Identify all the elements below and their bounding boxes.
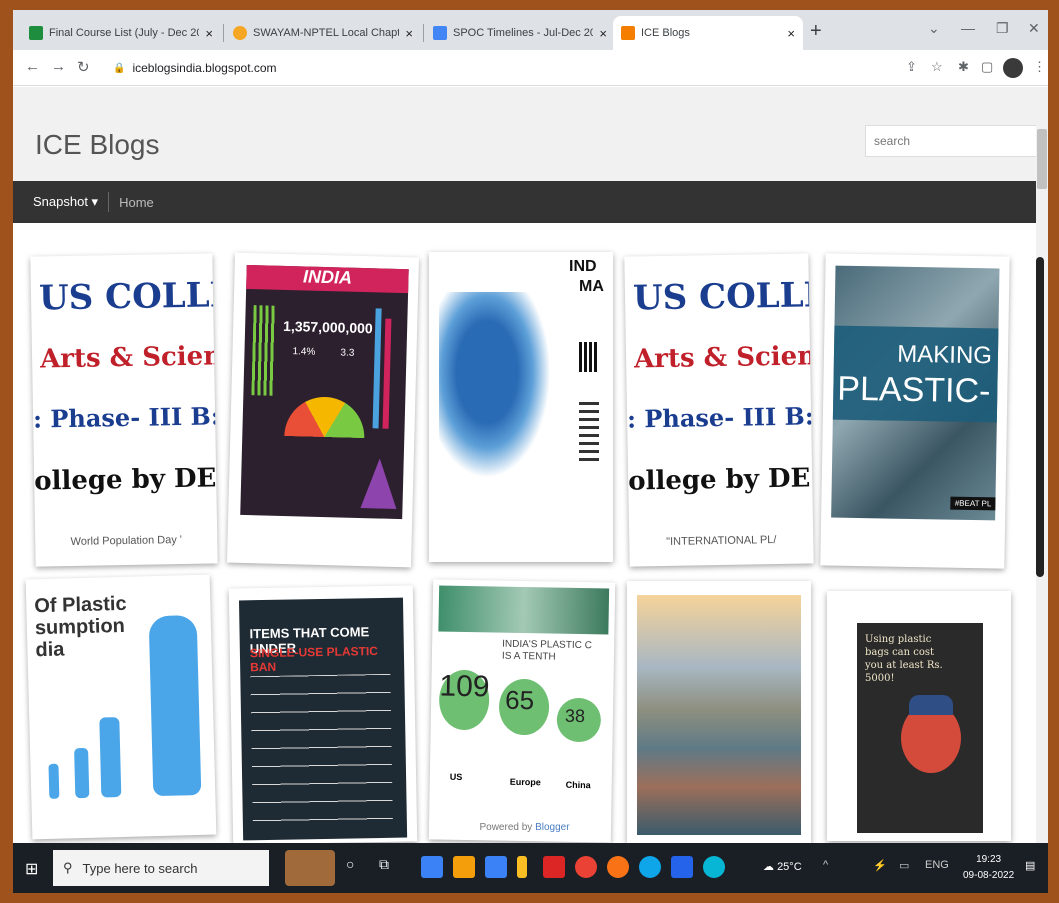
close-tab-icon[interactable]: × xyxy=(205,26,213,41)
page-scroll-thumb[interactable] xyxy=(1037,129,1047,189)
blog-page: ICE Blogs Snapshot ▾ Home US COLLE( Arts… xyxy=(13,87,1048,843)
powered-by: Powered by Blogger xyxy=(479,822,570,833)
share-icon[interactable]: ⇪ xyxy=(906,59,917,75)
screen: Final Course List (July - Dec 2022 × SWA… xyxy=(13,10,1048,893)
post-card[interactable]: INDIA'S PLASTIC C IS A TENTH 109 65 38 U… xyxy=(428,579,616,843)
close-tab-icon[interactable]: × xyxy=(599,26,607,41)
post-card[interactable]: ITEMS THAT COME UNDER SINGLE-USE PLASTIC… xyxy=(228,585,418,843)
search-input[interactable] xyxy=(865,125,1041,157)
tab-spoc[interactable]: SPOC Timelines - Jul-Dec 2022 × xyxy=(425,16,615,50)
notification-icon[interactable]: ▤ xyxy=(1025,859,1035,872)
app-icon[interactable] xyxy=(703,856,725,878)
calendar-app-icon[interactable] xyxy=(421,856,443,878)
docs-icon xyxy=(433,26,447,40)
browser-toolbar: ← → ↻ 🔒 iceblogsindia.blogspot.com ⇪ ☆ ✱… xyxy=(13,50,1048,86)
search-icon: ⚲ xyxy=(63,860,73,875)
windows-taskbar: ⊞ ⚲ Type here to search ○ ⧉ ☁ 25°C ^ ⚡ ▭… xyxy=(13,843,1048,893)
single-use-ban-image: ITEMS THAT COME UNDER SINGLE-USE PLASTIC… xyxy=(238,597,408,841)
plastic-bag-image xyxy=(148,614,202,797)
forward-icon[interactable]: → xyxy=(51,58,66,75)
gallery-scrollbar[interactable] xyxy=(1036,257,1044,577)
post-card[interactable]: INDIA 1,357,000,000 1.4% 3.3 xyxy=(226,252,420,568)
back-icon[interactable]: ← xyxy=(25,58,40,75)
post-card[interactable]: MAKING PLASTIC- #BEAT PL xyxy=(820,253,1010,569)
sheets-icon xyxy=(29,26,43,40)
menu-icon[interactable]: ⋮ xyxy=(1033,59,1046,75)
maximize-button[interactable]: ❐ xyxy=(996,20,1009,37)
profile-avatar[interactable] xyxy=(1003,58,1023,78)
post-card[interactable]: Using plastic bags can cost you at least… xyxy=(827,591,1011,841)
blog-title[interactable]: ICE Blogs xyxy=(35,129,160,161)
close-tab-icon[interactable]: × xyxy=(787,26,795,41)
blogger-icon xyxy=(621,26,635,40)
side-panel-icon[interactable]: ▢ xyxy=(981,59,993,75)
network-icon[interactable]: ⚡ xyxy=(873,859,887,872)
windows-start-icon[interactable]: ⊞ xyxy=(25,859,38,879)
post-card[interactable]: US COLLE( Arts & Scien : Phase- III B: o… xyxy=(30,253,218,567)
clock[interactable]: 19:23 09-08-2022 xyxy=(963,852,1014,884)
minimize-button[interactable]: — xyxy=(961,20,975,36)
weather-icon: ☁ xyxy=(763,861,774,873)
app-icon[interactable] xyxy=(517,856,527,878)
task-view-icon[interactable]: ⧉ xyxy=(379,856,401,878)
india-map-image xyxy=(439,292,559,492)
mail-icon[interactable] xyxy=(485,856,507,878)
word-icon[interactable] xyxy=(671,856,693,878)
new-tab-button[interactable]: + xyxy=(810,20,822,43)
blog-header: ICE Blogs xyxy=(13,87,1048,181)
close-window-button[interactable]: ✕ xyxy=(1028,20,1040,37)
home-link[interactable]: Home xyxy=(119,195,154,210)
blogger-link[interactable]: Blogger xyxy=(535,822,569,833)
tab-course-list[interactable]: Final Course List (July - Dec 2022 × xyxy=(21,16,221,50)
taskbar-search[interactable]: ⚲ Type here to search xyxy=(53,850,269,886)
reload-icon[interactable]: ↻ xyxy=(77,58,90,76)
snapshot-dropdown[interactable]: Snapshot ▾ xyxy=(33,194,98,210)
landfill-image xyxy=(637,595,801,835)
chrome-icon[interactable] xyxy=(575,856,597,878)
plastic-ocean-image: MAKING PLASTIC- #BEAT PL xyxy=(831,265,1000,521)
tab-search-icon[interactable]: ⌄ xyxy=(928,20,940,37)
tab-ice-blogs[interactable]: ICE Blogs × xyxy=(613,16,803,50)
chalkboard-image: Using plastic bags can cost you at least… xyxy=(857,623,983,833)
edge-icon[interactable] xyxy=(639,856,661,878)
post-card[interactable]: Of Plastic sumption dia xyxy=(25,574,217,840)
swayam-icon xyxy=(233,26,247,40)
close-tab-icon[interactable]: × xyxy=(405,26,413,41)
bookmark-star-icon[interactable]: ☆ xyxy=(931,59,943,75)
firefox-icon[interactable] xyxy=(607,856,629,878)
tab-strip: Final Course List (July - Dec 2022 × SWA… xyxy=(13,10,1048,50)
india-infographic: INDIA 1,357,000,000 1.4% 3.3 xyxy=(240,264,409,520)
post-card[interactable] xyxy=(627,581,811,843)
post-card[interactable]: US COLLE( Arts & Scien : Phase- III B: o… xyxy=(624,253,814,567)
blog-navbar: Snapshot ▾ Home xyxy=(13,181,1048,223)
tab-swayam[interactable]: SWAYAM-NPTEL Local Chapter × xyxy=(225,16,421,50)
weather-widget[interactable]: ☁ 25°C xyxy=(763,860,802,873)
address-bar[interactable]: 🔒 iceblogsindia.blogspot.com xyxy=(103,55,893,81)
file-explorer-icon[interactable] xyxy=(453,856,475,878)
app-icon[interactable] xyxy=(543,856,565,878)
language-indicator[interactable]: ENG xyxy=(925,859,949,871)
volume-icon[interactable]: ▭ xyxy=(899,859,909,872)
cortana-icon[interactable]: ○ xyxy=(346,856,368,878)
post-card[interactable]: IND MA xyxy=(429,252,613,562)
extensions-icon[interactable]: ✱ xyxy=(958,59,969,75)
temple-widget-icon[interactable] xyxy=(285,850,335,886)
tray-chevron-icon[interactable]: ^ xyxy=(823,859,828,871)
lock-icon: 🔒 xyxy=(113,62,126,74)
plastic-pile-image xyxy=(438,585,610,635)
